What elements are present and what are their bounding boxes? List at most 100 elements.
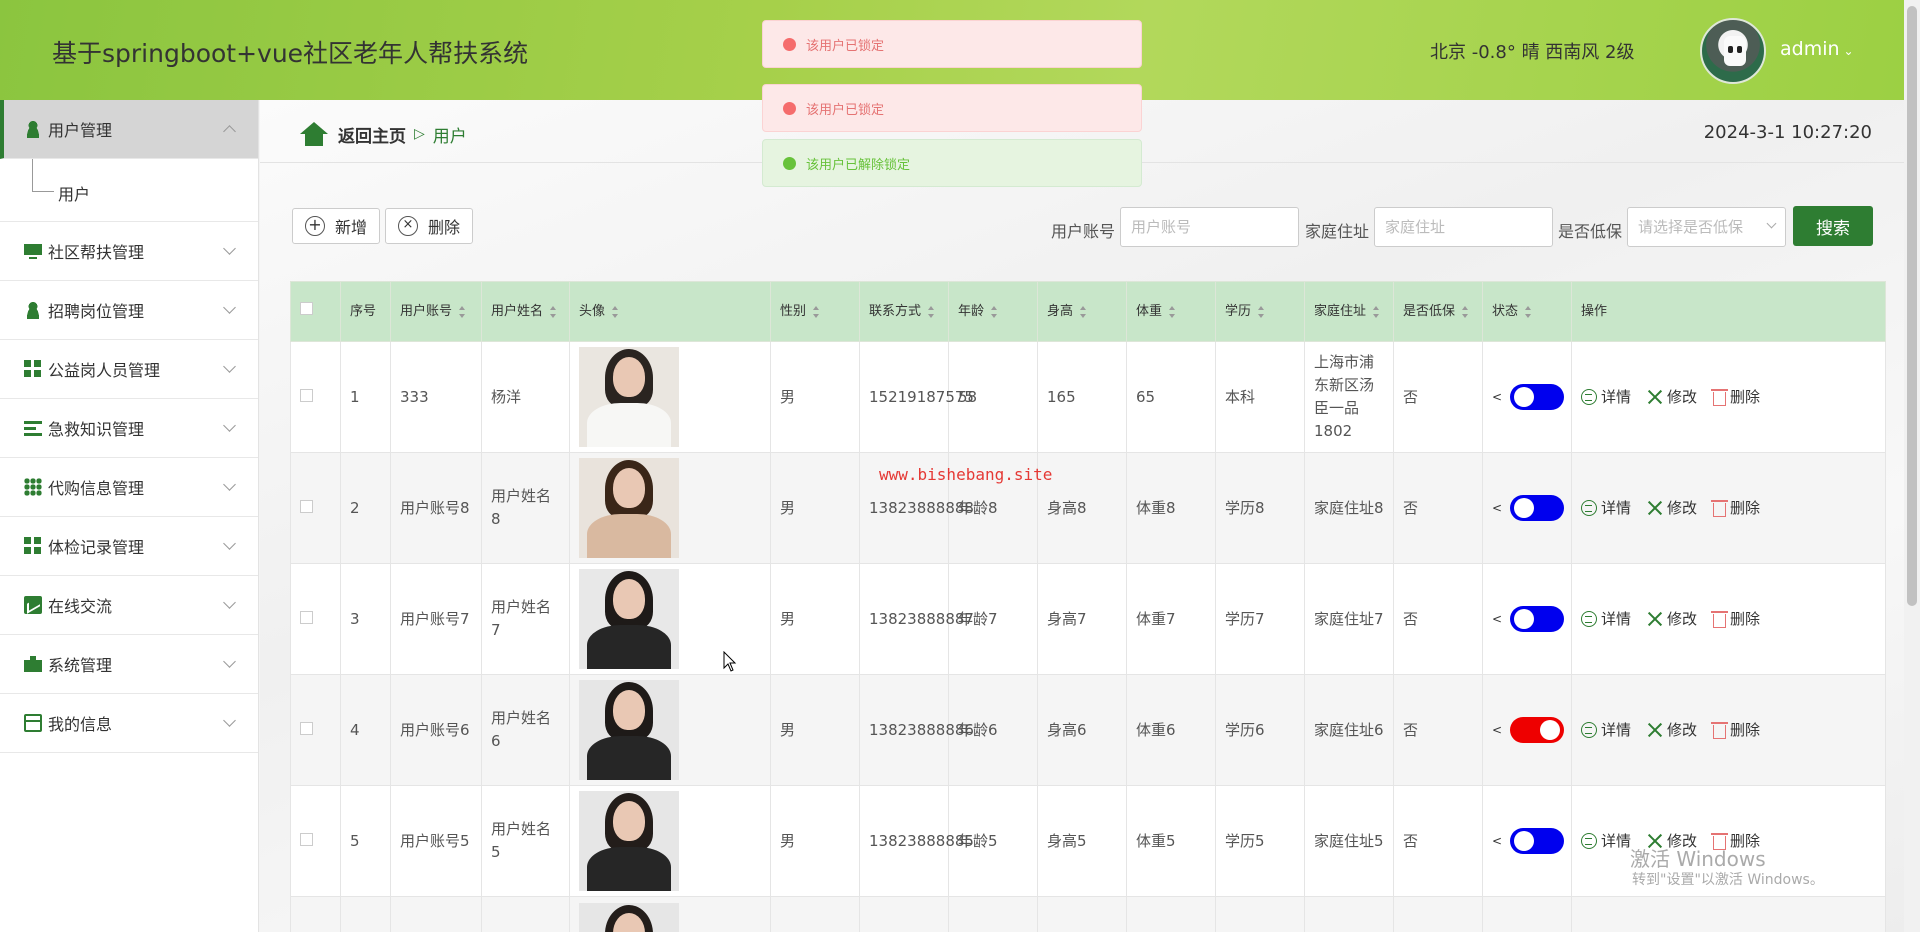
user-avatar-photo[interactable] <box>579 347 679 447</box>
row-checkbox[interactable] <box>300 499 313 513</box>
sort-icon[interactable] <box>1168 305 1176 318</box>
detail-button[interactable]: 详情 <box>1581 497 1631 520</box>
sidebar-item-community-help[interactable]: 社区帮扶管理 <box>0 222 258 281</box>
edit-button[interactable]: 修改 <box>1647 497 1697 520</box>
user-avatar-photo[interactable] <box>579 791 679 891</box>
chevron-up-icon <box>223 125 236 138</box>
mouse-cursor-icon <box>723 651 737 672</box>
status-switch[interactable] <box>1510 606 1565 632</box>
detail-icon <box>1581 722 1597 738</box>
sort-icon[interactable] <box>458 305 466 318</box>
scrollbar-thumb[interactable] <box>1907 6 1917 606</box>
select-all-cell <box>290 281 341 342</box>
row-delete-button[interactable]: 删除 <box>1711 608 1760 631</box>
sidebar-item-health-check[interactable]: 体检记录管理 <box>0 517 258 576</box>
table-cell <box>1482 896 1572 932</box>
column-header-phone[interactable]: 联系方式 <box>859 281 949 342</box>
address-label: 家庭住址 <box>1305 222 1370 241</box>
table-row[interactable]: 2 用户账号8 用户姓名8 男 13823888888 年龄8 身高8 体重8 学历8 家庭住址8… <box>290 452 1886 564</box>
status-switch[interactable] <box>1510 384 1565 410</box>
column-header-age[interactable]: 年龄 <box>948 281 1038 342</box>
sort-icon[interactable] <box>549 305 557 318</box>
sidebar-item-recruitment[interactable]: 招聘岗位管理 <box>0 281 258 340</box>
delete-button-label: 删除 <box>428 218 461 237</box>
detail-button[interactable]: 详情 <box>1581 830 1631 853</box>
row-checkbox[interactable] <box>300 721 313 735</box>
row-delete-button[interactable]: 删除 <box>1711 386 1760 409</box>
sort-icon[interactable] <box>1524 305 1532 318</box>
column-header-address[interactable]: 家庭住址 <box>1304 281 1394 342</box>
cell-account: 用户账号8 <box>390 452 482 564</box>
sort-icon[interactable] <box>1079 305 1087 318</box>
row-checkbox[interactable] <box>300 388 313 402</box>
edit-button[interactable]: 修改 <box>1647 386 1697 409</box>
sidebar: 用户管理 用户 社区帮扶管理 招聘岗位管理 公益岗人员管理 急救知识管理 代购信… <box>0 100 259 932</box>
table-row[interactable] <box>290 896 1886 932</box>
avatar[interactable] <box>1700 18 1766 84</box>
edit-button[interactable]: 修改 <box>1647 719 1697 742</box>
home-icon[interactable] <box>300 122 328 146</box>
sidebar-item-public-welfare[interactable]: 公益岗人员管理 <box>0 340 258 399</box>
table-cell <box>1304 896 1394 932</box>
add-button[interactable]: + 新增 <box>292 208 381 244</box>
sort-icon[interactable] <box>611 305 619 318</box>
column-header-gender[interactable]: 性别 <box>770 281 860 342</box>
user-avatar-photo[interactable] <box>579 458 679 558</box>
table-row[interactable]: 3 用户账号7 用户姓名7 男 13823888887 年龄7 身高7 体重7 学历7 家庭住址7… <box>290 563 1886 675</box>
select-all-checkbox[interactable] <box>300 302 313 315</box>
delete-button[interactable]: × 删除 <box>385 208 474 244</box>
cell-avatar <box>569 452 771 564</box>
toast-message: 该用户已锁定 <box>806 38 885 54</box>
table-row[interactable]: 1 333 杨洋 男 15219187575 58 165 65 本科 上海市浦东新区汤臣一品18… <box>290 341 1886 453</box>
cell-name: 用户姓名5 <box>481 785 570 897</box>
status-switch[interactable] <box>1510 495 1565 521</box>
row-checkbox[interactable] <box>300 610 313 624</box>
user-avatar-photo[interactable] <box>579 680 679 780</box>
account-search-input[interactable] <box>1120 207 1299 247</box>
table-cell <box>1037 896 1127 932</box>
sidebar-item-user-management[interactable]: 用户管理 <box>0 100 258 159</box>
breadcrumb-home-link[interactable]: 返回主页 <box>338 122 406 147</box>
column-header-education[interactable]: 学历 <box>1215 281 1305 342</box>
chevron-down-icon: ⌄ <box>1843 44 1854 58</box>
address-search-input[interactable] <box>1374 207 1553 247</box>
user-avatar-photo[interactable] <box>579 569 679 669</box>
sort-icon[interactable] <box>1461 305 1469 318</box>
row-delete-button[interactable]: 删除 <box>1711 719 1760 742</box>
edit-button[interactable]: 修改 <box>1647 608 1697 631</box>
column-header-weight[interactable]: 体重 <box>1126 281 1216 342</box>
username: admin <box>1780 38 1840 60</box>
sort-icon[interactable] <box>927 305 935 318</box>
column-header-account[interactable]: 用户账号 <box>390 281 482 342</box>
sidebar-item-my-info[interactable]: 我的信息 <box>0 694 258 753</box>
sort-icon[interactable] <box>990 305 998 318</box>
user-menu[interactable]: admin ⌄ <box>1780 38 1854 60</box>
sort-icon[interactable] <box>1372 305 1380 318</box>
toast-message: 该用户已解除锁定 <box>806 157 911 173</box>
detail-button[interactable]: 详情 <box>1581 386 1631 409</box>
sort-icon[interactable] <box>1257 305 1265 318</box>
search-button[interactable]: 搜索 <box>1793 206 1873 246</box>
column-header-avatar[interactable]: 头像 <box>569 281 771 342</box>
status-switch[interactable] <box>1510 717 1565 743</box>
column-header-height[interactable]: 身高 <box>1037 281 1127 342</box>
sidebar-item-first-aid[interactable]: 急救知识管理 <box>0 399 258 458</box>
user-avatar-photo[interactable] <box>579 903 679 932</box>
row-checkbox[interactable] <box>300 832 313 846</box>
cell-height: 身高7 <box>1037 563 1127 675</box>
row-delete-button[interactable]: 删除 <box>1711 497 1760 520</box>
sidebar-item-purchasing[interactable]: 代购信息管理 <box>0 458 258 517</box>
table-row[interactable]: 4 用户账号6 用户姓名6 男 13823888886 年龄6 身高6 体重6 学历6 家庭住址6… <box>290 674 1886 786</box>
lowincome-select[interactable] <box>1627 207 1786 247</box>
detail-button[interactable]: 详情 <box>1581 719 1631 742</box>
detail-button[interactable]: 详情 <box>1581 608 1631 631</box>
status-switch[interactable] <box>1510 828 1565 854</box>
column-header-status[interactable]: 状态 <box>1482 281 1572 342</box>
sidebar-item-system[interactable]: 系统管理 <box>0 635 258 694</box>
sidebar-item-online-chat[interactable]: 在线交流 <box>0 576 258 635</box>
sort-icon[interactable] <box>812 305 820 318</box>
column-header-name[interactable]: 用户姓名 <box>481 281 570 342</box>
page-scrollbar[interactable] <box>1904 0 1920 932</box>
sidebar-subitem-user[interactable]: 用户 <box>0 159 258 222</box>
column-header-lowincome[interactable]: 是否低保 <box>1393 281 1483 342</box>
